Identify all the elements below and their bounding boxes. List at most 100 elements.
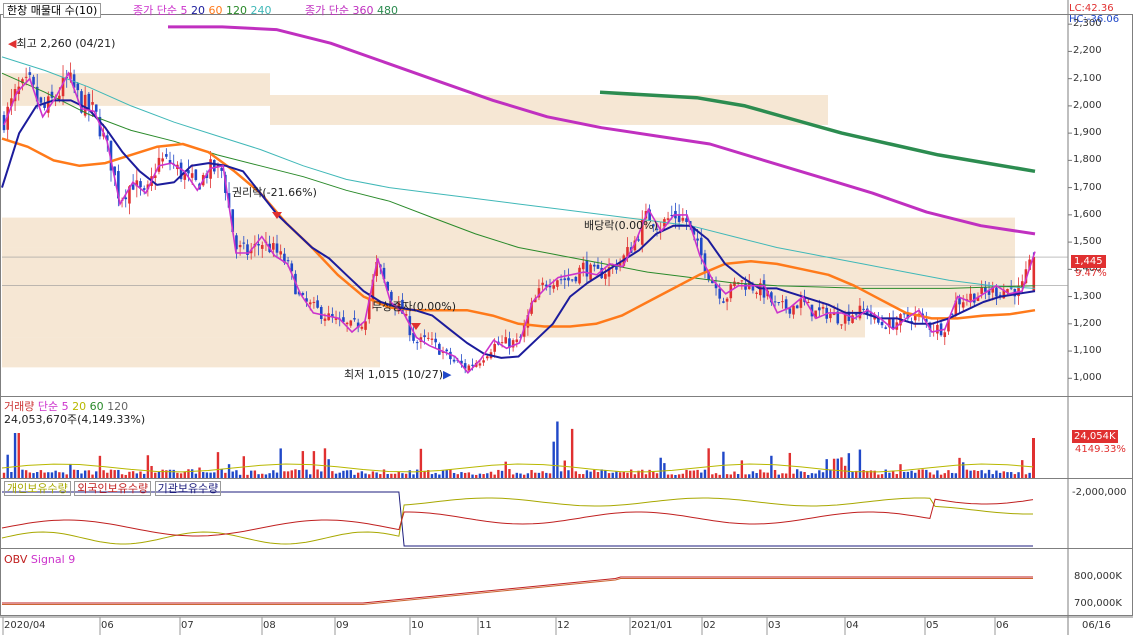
volume-bar [1009, 472, 1013, 478]
volume-bar [736, 474, 740, 478]
volume-bar [220, 469, 223, 478]
volume-profile-band [2, 217, 1015, 248]
candle-body [581, 262, 585, 270]
candle-body [308, 302, 312, 305]
volume-bar [799, 471, 803, 478]
volume-bar [578, 473, 581, 478]
chart-title[interactable]: 한창 매물대 수(10) [3, 3, 102, 18]
ma-legend-b[interactable]: 종가 단순 360 480 [305, 4, 398, 17]
volume-bar [762, 472, 766, 478]
volume-bar [545, 472, 548, 478]
candle-body [220, 167, 223, 171]
volume-bar [24, 470, 28, 478]
volume-bar [356, 472, 360, 478]
volume-bar [475, 474, 478, 478]
volume-bar [139, 471, 142, 478]
candle-body [426, 337, 430, 339]
dividend-annotation: 배당락(0.00%) [584, 219, 658, 232]
volume-bar [120, 474, 124, 478]
volume-bar [190, 469, 194, 478]
time-tick-label: 12 [557, 620, 570, 631]
volume-bar [305, 469, 308, 478]
price-tick-label: 1,000 [1073, 372, 1102, 384]
volume-bar [338, 472, 341, 478]
volume-bar [840, 457, 843, 478]
volume-bar [692, 470, 696, 478]
volume-bar [489, 471, 493, 478]
candle-body [637, 239, 640, 241]
low-annotation: 최저 1,015 (10/27)▶ [344, 368, 452, 381]
volume-bar [76, 470, 79, 478]
volume-legend[interactable]: 거래량 단순 5 20 60 120 [4, 400, 128, 413]
volume-bar [773, 469, 777, 478]
volume-bar [825, 459, 828, 478]
price-tick-label: 2,200 [1073, 45, 1102, 57]
candle-body [784, 299, 788, 309]
volume-bar [917, 469, 921, 478]
chart-canvas[interactable] [0, 0, 1133, 635]
volume-bar [109, 469, 113, 478]
candle-body [681, 217, 685, 221]
price-tick-label: 1,500 [1073, 236, 1102, 248]
volume-bar [47, 472, 50, 478]
candle-body [578, 267, 581, 284]
volume-bar [958, 457, 961, 478]
volume-bar [235, 470, 238, 478]
volume-bar [131, 471, 135, 478]
candle-body [165, 154, 168, 157]
candle-body [666, 218, 670, 220]
volume-bar [194, 473, 198, 478]
volume-bar [342, 470, 345, 478]
volume-bar [283, 471, 286, 478]
volume-bar [534, 472, 537, 478]
candle-body [142, 188, 146, 190]
holdings-legend[interactable]: 개인보유수량 외국인보유수량 기관보유수량 [4, 481, 222, 496]
volume-bar [371, 471, 375, 478]
volume-ma120-label: 120 [107, 400, 129, 413]
time-tick-label: 04 [846, 620, 859, 631]
volume-bar [412, 474, 415, 478]
x-axis-right-label: 06/16 [1082, 620, 1111, 631]
volume-bar [589, 471, 592, 478]
volume-bar [803, 471, 806, 478]
candle-body [733, 281, 736, 287]
volume-bar [497, 469, 500, 478]
volume-bar [404, 473, 408, 478]
volume-bar [13, 433, 17, 478]
volume-bar [438, 474, 441, 478]
candle-body [773, 301, 777, 303]
volume-bar [548, 473, 552, 478]
volume-bar [1024, 474, 1028, 478]
individual-holdings-label: 개인보유수량 [4, 481, 71, 496]
time-tick-label: 03 [768, 620, 781, 631]
volume-bar [460, 472, 463, 478]
volume-bar [987, 469, 991, 478]
volume-bar [652, 471, 655, 478]
price-tick-label: 1,300 [1073, 290, 1102, 302]
volume-bar [976, 471, 980, 478]
volume-bar [216, 452, 220, 478]
volume-bar [393, 473, 397, 478]
ma-legend-a[interactable]: 종가 단순 5 20 60 120 240 [133, 4, 271, 17]
volume-bar [209, 472, 212, 478]
volume-bar [1002, 471, 1005, 478]
candle-body [961, 302, 965, 308]
volume-bar [327, 459, 330, 478]
ma120-legend-label: 120 [225, 4, 247, 17]
volume-bar [821, 472, 825, 478]
obv-legend[interactable]: OBV Signal 9 [4, 553, 75, 566]
high-annotation: ◀최고 2,260 (04/21) [8, 37, 116, 50]
volume-bar [729, 474, 732, 478]
candle-body [87, 93, 91, 109]
candle-body [94, 104, 98, 112]
volume-bar [493, 474, 496, 478]
volume-bar [615, 471, 618, 478]
volume-bar [998, 472, 1002, 478]
candle-body [699, 237, 703, 256]
volume-bar [386, 473, 389, 478]
volume-bar [877, 474, 880, 478]
volume-bar [253, 470, 257, 478]
volume-ma-line [1, 463, 1034, 473]
volume-bar [950, 472, 954, 478]
volume-bar [441, 470, 445, 478]
